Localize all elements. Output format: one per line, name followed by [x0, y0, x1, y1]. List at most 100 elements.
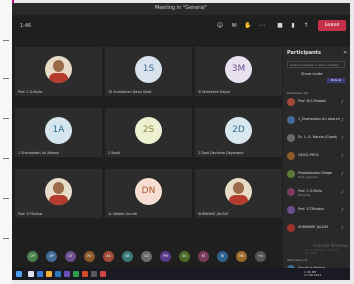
attendees-header[interactable]: Attendees (2)	[287, 258, 307, 262]
attendee-avatar[interactable]: AP	[46, 251, 57, 262]
photo-body	[229, 195, 248, 205]
attendee-avatar[interactable]: KT	[198, 251, 209, 262]
video-tile[interactable]: 1S 1S Sumitkhan Dassi Shafi	[105, 47, 192, 96]
call-duration: 1:46	[20, 23, 32, 29]
taskbar-app-icon[interactable]	[64, 271, 70, 277]
people-icon[interactable]: ☺	[216, 21, 224, 30]
tile-name: 2 Sashi	[108, 151, 121, 155]
video-tile[interactable]: 3M 3I Mukhtesh Mayal	[195, 47, 282, 96]
participants-panel: Participants ✕ Invite someone or dial a …	[283, 47, 350, 280]
close-icon[interactable]: ✕	[343, 50, 347, 56]
invite-search-input[interactable]: Invite someone or dial a number	[287, 61, 345, 68]
avatar	[287, 224, 295, 232]
video-tile[interactable]: Prof. V.T.Kulkar	[15, 169, 102, 218]
title-bar: Meeting in "General"	[12, 3, 350, 15]
participant-photo	[45, 178, 72, 205]
avatar	[287, 98, 295, 106]
mute-all-button[interactable]: Mute all	[327, 78, 345, 83]
avatar	[287, 116, 295, 124]
attendee-avatar[interactable]: SB	[122, 251, 133, 262]
chat-icon[interactable]: ✉	[230, 21, 238, 30]
participant-name: Prof. V.T.Bhakar	[298, 207, 325, 211]
avatar	[287, 134, 295, 142]
attendee-avatar[interactable]: +4	[255, 251, 266, 262]
participant-name: Prof. M.S.Padwal	[298, 99, 326, 103]
photo-head	[233, 182, 244, 194]
share-icon[interactable]: ↑	[302, 21, 310, 30]
photo-head	[53, 182, 64, 194]
attendee-avatar[interactable]: DP	[27, 251, 38, 262]
mic-icon[interactable]: ▮	[289, 21, 297, 30]
tile-name: SHRINMAT JALGAT	[198, 212, 229, 216]
participant-item[interactable]: Dr. L. G. Narale (Guest) ♪	[287, 133, 347, 145]
participant-role: Host, organiser	[298, 176, 318, 179]
participant-item[interactable]: SHRINMAT JALGAT ♪	[287, 223, 347, 235]
mic-icon: ♪	[341, 171, 344, 176]
tile-name: 1 Shahapitan Ari Adarsh	[18, 151, 60, 155]
participant-item[interactable]: Prof. M.S.Padwal ♪	[287, 97, 347, 109]
video-tile[interactable]: Prof. C.S.Mulla	[15, 47, 102, 96]
leave-button[interactable]: Leave	[318, 20, 346, 31]
taskbar-app-icon[interactable]	[55, 271, 61, 277]
mic-icon: ♪	[341, 135, 344, 140]
more-icon[interactable]: ⋯	[258, 21, 266, 30]
participant-item[interactable]: GEGSJ PRO1 ♪	[287, 151, 347, 163]
participant-item[interactable]: Prof. V.T.Bhakar ♪	[287, 205, 347, 217]
taskbar-app-icon[interactable]	[46, 271, 52, 277]
video-tile[interactable]: 2D 2 Dost Devikam Dayanand	[195, 108, 282, 157]
activate-windows-title: Activate Windows	[313, 243, 349, 248]
taskbar-app-icon[interactable]	[82, 271, 88, 277]
participant-name: GEGSJ PRO1	[298, 153, 319, 157]
taskbar-app-icon[interactable]	[100, 271, 106, 277]
video-tile[interactable]: 1A 1 Shahapitan Ari Adarsh	[15, 108, 102, 157]
participant-name: 1_Shahapitan Ari Adarsh	[298, 117, 340, 121]
left-paper-strip	[0, 0, 12, 284]
windows-start-icon[interactable]	[16, 271, 22, 277]
taskbar-app-icon[interactable]	[28, 271, 34, 277]
mic-icon: ♪	[341, 207, 344, 212]
photo-head	[53, 60, 64, 72]
attendee-avatar[interactable]: CS	[141, 251, 152, 262]
attendee-avatar[interactable]: AS	[103, 251, 114, 262]
taskbar-app-icon[interactable]	[91, 271, 97, 277]
taskbar-app-icon[interactable]	[73, 271, 79, 277]
attendee-avatar[interactable]: PM	[160, 251, 171, 262]
participant-name: Prakashpitan Dhage	[298, 171, 333, 175]
video-tile[interactable]: 2S 2 Sashi	[105, 108, 192, 157]
participant-item[interactable]: Prakashpitan Dhage Host, organiser ♪	[287, 169, 347, 181]
presenters-header[interactable]: Presenters (9)	[287, 91, 308, 95]
taskbar-app-icon[interactable]	[37, 271, 43, 277]
camera-icon[interactable]: ■	[276, 21, 284, 30]
reactions-icon[interactable]: ✋	[244, 21, 252, 30]
participant-item[interactable]: Prof. C.S.Mulla Presenter ♪	[287, 187, 347, 199]
initials-avatar: 1S	[135, 56, 162, 83]
participant-role: Presenter	[298, 194, 311, 197]
participant-name: Prof. C.S.Mulla	[298, 189, 323, 193]
avatar	[287, 170, 295, 178]
initials-avatar: 2S	[135, 117, 162, 144]
attendee-strip: DP AP DT RV AS SB CS PM SG KT RJ MS +4	[27, 251, 281, 265]
tile-name: Prof. V.T.Kulkar	[18, 212, 43, 216]
initials-avatar: 1A	[45, 117, 72, 144]
attendee-avatar[interactable]: MS	[236, 251, 247, 262]
participant-item[interactable]: 1_Shahapitan Ari Adarsh ♪	[287, 115, 347, 127]
participant-photo	[45, 56, 72, 83]
attendee-avatar[interactable]: RV	[84, 251, 95, 262]
attendee-avatar[interactable]: RJ	[217, 251, 228, 262]
video-tile[interactable]: SHRINMAT JALGAT	[195, 169, 282, 218]
photo-body	[49, 195, 68, 205]
tile-name: 2 Dost Devikam Dayanand	[198, 151, 244, 155]
tray-date: 17-08-2021	[304, 273, 322, 277]
mic-icon: ♪	[341, 117, 344, 122]
attendee-avatar[interactable]: DT	[65, 251, 76, 262]
tile-name: 1S Sumitkhan Dassi Shafi	[108, 90, 152, 94]
initials-avatar: DN	[135, 178, 162, 205]
panel-title: Participants	[287, 50, 322, 56]
share-invite-button[interactable]: Share invite	[301, 72, 323, 76]
initials-avatar: 3M	[225, 56, 252, 83]
avatar	[287, 206, 295, 214]
attendee-avatar[interactable]: SG	[179, 251, 190, 262]
activate-windows-sub: Go to Settings to activate Windows.	[305, 249, 339, 255]
avatar	[287, 188, 295, 196]
video-tile[interactable]: DN 1L Nikesh Gurniti	[105, 169, 192, 218]
